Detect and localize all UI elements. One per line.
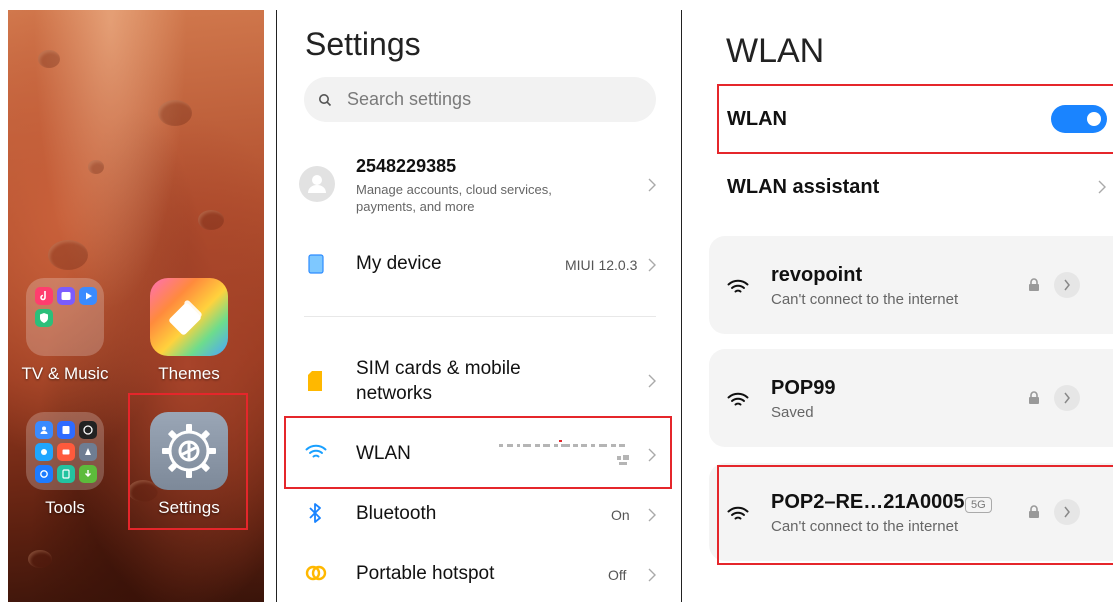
network-highlight-box [717,465,1113,565]
settings-highlight-box [128,393,248,530]
chevron-right-icon [1064,392,1070,404]
chevron-right-icon [648,508,656,522]
panel-divider [276,10,277,602]
device-icon [308,254,324,274]
paintbrush-icon [169,300,202,335]
settings-item-value: Off [608,567,627,583]
search-input[interactable]: Search settings [304,77,656,122]
chevron-right-icon [1098,180,1106,194]
chevron-right-icon [648,374,656,388]
wlan-assistant-label: WLAN assistant [727,176,880,198]
compass-icon [79,443,97,461]
hotspot-icon [305,565,327,581]
panel-divider [681,10,682,602]
calculator-icon [57,465,75,483]
chevron-right-icon [648,568,656,582]
clock-icon [79,421,97,439]
section-divider [304,316,656,317]
wallpaper-crater [48,240,88,270]
account-subtitle: Manage accounts, cloud services, payment… [356,182,552,214]
network-details-button[interactable] [1054,272,1080,298]
bluetooth-icon [309,503,321,523]
wlan-screen: WLAN WLAN WLAN assistant revopoint Can't… [683,10,1113,604]
tools-label: Tools [45,498,85,517]
settings-screen: Settings Search settings 2548229385 Mana… [283,10,673,604]
wlan-toggle-highlight-box [717,84,1113,154]
scanner-icon [35,465,53,483]
page-title: Settings [305,26,421,62]
chevron-right-icon [1064,279,1070,291]
wifi-icon [727,392,749,406]
lock-icon [1029,278,1039,291]
person-icon [308,175,326,193]
wallpaper-crater [88,160,104,174]
video-icon [79,287,97,305]
settings-item-label: Bluetooth [356,503,437,524]
wallpaper-crater [158,100,192,126]
wallpaper-crater [28,550,52,568]
wlan-highlight-box [284,416,672,489]
account-id: 2548229385 [356,156,457,176]
wallpaper-crater [198,210,224,230]
settings-item-sim[interactable]: SIM cards & mobile networks [283,350,673,410]
tiktok-icon [35,287,53,305]
account-row[interactable]: 2548229385 Manage accounts, cloud servic… [283,150,673,220]
chevron-right-icon [648,178,656,192]
download-icon [79,465,97,483]
recorder-icon [57,443,75,461]
tv-music-label: TV & Music [21,364,109,383]
page-title: WLAN [726,32,825,70]
gallery-icon [57,287,75,305]
settings-item-bluetooth[interactable]: Bluetooth On [283,490,673,536]
wallpaper-crater [38,50,60,68]
chevron-right-icon [648,258,656,272]
settings-item-hotspot[interactable]: Portable hotspot Off [283,550,673,596]
network-name: revopoint [771,264,863,286]
sim-icon [308,371,322,391]
network-name: POP99 [771,377,836,399]
home-screen: TV & Music Themes Tools Settings [8,10,264,602]
wifi-icon [727,279,749,293]
avatar [299,166,335,202]
wlan-assistant-row[interactable]: WLAN assistant [719,162,1113,212]
settings-item-value: MIUI 12.0.3 [565,257,638,273]
contacts-icon [35,421,53,439]
network-item-pop99[interactable]: POP99 Saved [709,349,1113,447]
tools-folder[interactable] [26,412,104,490]
weather-icon [35,443,53,461]
settings-item-label: SIM cards & mobile networks [356,358,521,404]
tv-music-folder[interactable] [26,278,104,356]
security-icon [35,309,53,327]
network-status: Saved [771,404,814,421]
settings-item-my-device[interactable]: My device MIUI 12.0.3 [283,240,673,286]
themes-app-icon[interactable] [150,278,228,356]
network-details-button[interactable] [1054,385,1080,411]
search-placeholder: Search settings [347,89,472,109]
settings-item-value: On [611,507,630,523]
lock-icon [1029,391,1039,404]
themes-label: Themes [158,364,220,383]
settings-item-label: My device [356,253,442,274]
search-icon [319,93,332,106]
network-status: Can't connect to the internet [771,291,959,308]
notes-icon [57,421,75,439]
settings-item-label: Portable hotspot [356,563,495,584]
network-item-revopoint[interactable]: revopoint Can't connect to the internet [709,236,1113,334]
